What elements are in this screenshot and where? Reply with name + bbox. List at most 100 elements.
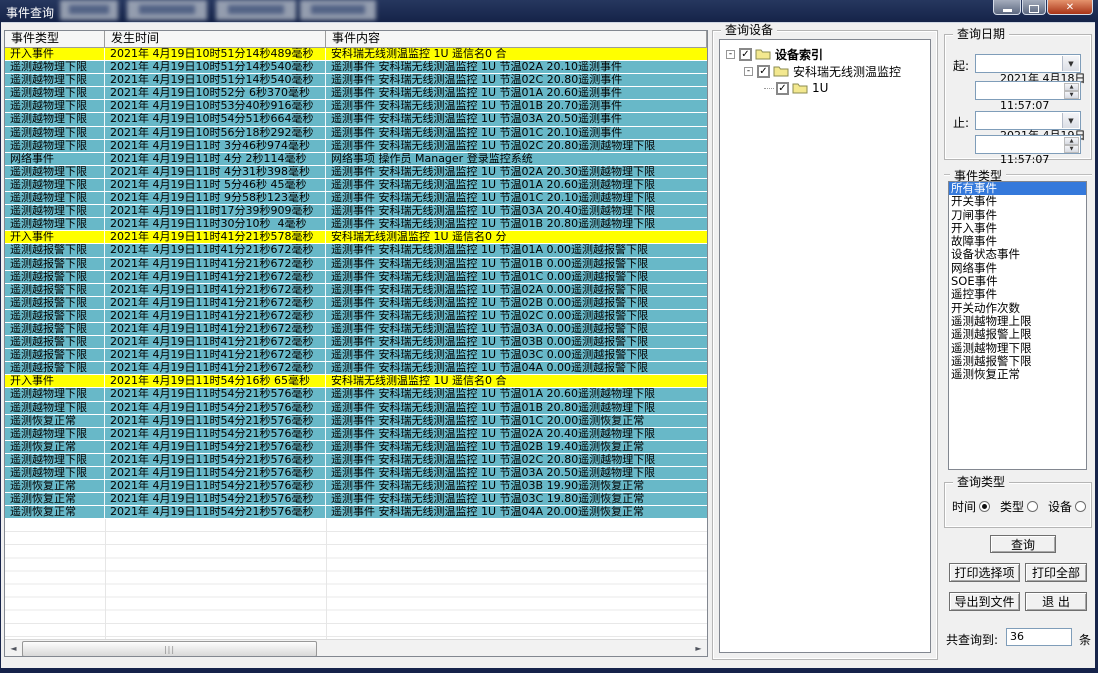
table-row[interactable]: 遥测越报警下限2021年 4月19日11时41分21秒672毫秒遥测事件 安科瑞… — [5, 349, 707, 362]
tree-node-device-index[interactable]: - ✓ 设备索引 — [726, 46, 823, 62]
table-row[interactable]: 遥测越物理下限2021年 4月19日10时52分 6秒370毫秒遥测事件 安科瑞… — [5, 87, 707, 100]
event-type-list: 所有事件开关事件刀闸事件开入事件故障事件设备状态事件网络事件SOE事件遥控事件开… — [948, 181, 1087, 470]
spin-down-icon[interactable]: ▼ — [1064, 145, 1079, 153]
table-row[interactable]: 网络事件2021年 4月19日11时 4分 2秒114毫秒网络事项 操作员 Ma… — [5, 153, 707, 166]
event-type-item[interactable]: 遥测恢复正常 — [949, 368, 1086, 381]
table-row[interactable]: 遥测越报警下限2021年 4月19日11时41分21秒672毫秒遥测事件 安科瑞… — [5, 258, 707, 271]
checkbox-checked-icon[interactable]: ✓ — [757, 65, 770, 78]
radio-device[interactable]: 设备 — [1048, 498, 1086, 515]
spin-up-icon[interactable]: ▲ — [1064, 137, 1079, 145]
exit-button[interactable]: 退 出 — [1025, 592, 1087, 611]
table-row[interactable]: 遥测越报警下限2021年 4月19日11时41分21秒672毫秒遥测事件 安科瑞… — [5, 362, 707, 375]
print-all-button[interactable]: 打印全部 — [1025, 563, 1087, 582]
radio-selected-icon[interactable] — [979, 501, 990, 512]
tree-node-monitor[interactable]: - ✓ 安科瑞无线测温监控 — [744, 63, 901, 79]
print-selected-button[interactable]: 打印选择项 — [949, 563, 1020, 582]
table-row[interactable]: 遥测越物理下限2021年 4月19日10时51分14秒540毫秒遥测事件 安科瑞… — [5, 74, 707, 87]
table-row[interactable]: 遥测恢复正常2021年 4月19日11时54分21秒576毫秒遥测事件 安科瑞无… — [5, 506, 707, 519]
table-row[interactable]: 遥测越物理下限2021年 4月19日11时 9分58秒123毫秒遥测事件 安科瑞… — [5, 192, 707, 205]
table-row[interactable]: 遥测越报警下限2021年 4月19日11时41分21秒672毫秒遥测事件 安科瑞… — [5, 323, 707, 336]
radio-time[interactable]: 时间 — [952, 498, 990, 515]
spin-down-icon[interactable]: ▼ — [1064, 91, 1079, 99]
event-type-item[interactable]: 开入事件 — [949, 222, 1086, 235]
to-time-spinner[interactable]: 11:57:07 ▲▼ — [975, 135, 1081, 154]
close-button[interactable]: ✕ — [1047, 0, 1093, 15]
minimize-button[interactable] — [993, 0, 1021, 15]
event-type-item[interactable]: 开关事件 — [949, 195, 1086, 208]
table-row[interactable]: 遥测恢复正常2021年 4月19日11时54分21秒576毫秒遥测事件 安科瑞无… — [5, 480, 707, 493]
table-row[interactable]: 遥测恢复正常2021年 4月19日11时54分21秒576毫秒遥测事件 安科瑞无… — [5, 415, 707, 428]
table-row[interactable]: 遥测越报警下限2021年 4月19日11时41分21秒672毫秒遥测事件 安科瑞… — [5, 284, 707, 297]
spin-up-icon[interactable]: ▲ — [1064, 83, 1079, 91]
event-type-item[interactable]: 设备状态事件 — [949, 248, 1086, 261]
event-type-item[interactable]: 故障事件 — [949, 235, 1086, 248]
collapse-icon[interactable]: - — [744, 67, 753, 76]
maximize-button[interactable] — [1022, 0, 1046, 15]
table-row[interactable]: 遥测越报警下限2021年 4月19日11时41分21秒672毫秒遥测事件 安科瑞… — [5, 297, 707, 310]
table-row[interactable]: 遥测恢复正常2021年 4月19日11时54分21秒576毫秒遥测事件 安科瑞无… — [5, 493, 707, 506]
table-row[interactable]: 遥测越物理下限2021年 4月19日11时54分21秒576毫秒遥测事件 安科瑞… — [5, 402, 707, 415]
table-row[interactable]: 遥测越报警下限2021年 4月19日11时41分21秒672毫秒遥测事件 安科瑞… — [5, 310, 707, 323]
table-row[interactable]: 遥测越物理下限2021年 4月19日11时 5分46秒 45毫秒遥测事件 安科瑞… — [5, 179, 707, 192]
table-row[interactable]: 遥测越物理下限2021年 4月19日11时54分21秒576毫秒遥测事件 安科瑞… — [5, 428, 707, 441]
horizontal-scrollbar[interactable]: ◄ ||| ► — [5, 639, 707, 656]
column-header[interactable]: 事件类型 — [5, 31, 105, 47]
chevron-down-icon[interactable]: ▼ — [1062, 56, 1079, 71]
table-row[interactable]: 遥测越物理下限2021年 4月19日11时54分21秒576毫秒遥测事件 安科瑞… — [5, 454, 707, 467]
table-row[interactable]: 遥测越物理下限2021年 4月19日10时56分18秒292毫秒遥测事件 安科瑞… — [5, 127, 707, 140]
from-date-combo[interactable]: 2021年 4月18日 ▼ — [975, 54, 1081, 73]
cell-type: 遥测越物理下限 — [5, 100, 105, 112]
table-row[interactable]: 遥测越物理下限2021年 4月19日11时 3分46秒974毫秒遥测事件 安科瑞… — [5, 140, 707, 153]
column-header[interactable]: 发生时间 — [105, 31, 326, 47]
to-date-combo[interactable]: 2021年 4月19日 ▼ — [975, 111, 1081, 130]
collapse-icon[interactable]: - — [726, 50, 735, 59]
cell-type: 网络事件 — [5, 153, 105, 165]
radio-unselected-icon[interactable] — [1027, 501, 1038, 512]
chevron-down-icon[interactable]: ▼ — [1062, 113, 1079, 128]
radio-unselected-icon[interactable] — [1075, 501, 1086, 512]
table-row[interactable]: 开入事件2021年 4月19日11时41分21秒578毫秒安科瑞无线测温监控 1… — [5, 231, 707, 244]
event-type-item[interactable]: 遥测越报警下限 — [949, 355, 1086, 368]
from-label: 起: — [953, 57, 969, 74]
checkbox-checked-icon[interactable]: ✓ — [739, 48, 752, 61]
tree-node-label: 1U — [812, 81, 828, 95]
scroll-right-icon[interactable]: ► — [690, 640, 707, 656]
table-header: 事件类型发生时间事件内容 — [5, 31, 707, 48]
cell-content: 遥测事件 安科瑞无线测温监控 1U 节温01B 20.80遥测越物理下限 — [326, 402, 707, 414]
tree-node-1u[interactable]: ✓ 1U — [764, 80, 828, 96]
table-row[interactable]: 遥测越报警下限2021年 4月19日11时41分21秒672毫秒遥测事件 安科瑞… — [5, 271, 707, 284]
table-row[interactable]: 开入事件2021年 4月19日10时51分14秒489毫秒安科瑞无线测温监控 1… — [5, 48, 707, 61]
scrollbar-thumb[interactable]: ||| — [22, 641, 317, 657]
event-type-item[interactable]: 遥测越物理上限 — [949, 315, 1086, 328]
query-button[interactable]: 查询 — [990, 535, 1056, 553]
table-row[interactable]: 遥测越物理下限2021年 4月19日10时53分40秒916毫秒遥测事件 安科瑞… — [5, 100, 707, 113]
table-row[interactable]: 遥测越物理下限2021年 4月19日11时 4分31秒398毫秒遥测事件 安科瑞… — [5, 166, 707, 179]
event-type-item[interactable]: 开关动作次数 — [949, 302, 1086, 315]
table-row[interactable]: 遥测越物理下限2021年 4月19日10时54分51秒664毫秒遥测事件 安科瑞… — [5, 113, 707, 126]
cell-time: 2021年 4月19日11时17分39秒909毫秒 — [105, 205, 326, 217]
table-row[interactable]: 遥测恢复正常2021年 4月19日11时54分21秒576毫秒遥测事件 安科瑞无… — [5, 441, 707, 454]
event-type-item[interactable]: 遥测越报警上限 — [949, 328, 1086, 341]
checkbox-checked-icon[interactable]: ✓ — [776, 82, 789, 95]
table-row[interactable]: 遥测越报警下限2021年 4月19日11时41分21秒672毫秒遥测事件 安科瑞… — [5, 336, 707, 349]
event-type-item[interactable]: SOE事件 — [949, 275, 1086, 288]
cell-type: 遥测越物理下限 — [5, 388, 105, 400]
column-header[interactable]: 事件内容 — [326, 31, 707, 47]
table-row[interactable]: 遥测越物理下限2021年 4月19日11时17分39秒909毫秒遥测事件 安科瑞… — [5, 205, 707, 218]
export-button[interactable]: 导出到文件 — [949, 592, 1020, 611]
table-row[interactable]: 遥测越物理下限2021年 4月19日10时51分14秒540毫秒遥测事件 安科瑞… — [5, 61, 707, 74]
event-type-item[interactable]: 遥控事件 — [949, 288, 1086, 301]
date-group-label: 查询日期 — [953, 27, 1009, 41]
table-row[interactable]: 遥测越物理下限2021年 4月19日11时30分10秒 4毫秒遥测事件 安科瑞无… — [5, 218, 707, 231]
event-type-item[interactable]: 所有事件 — [949, 182, 1086, 195]
scroll-left-icon[interactable]: ◄ — [5, 640, 22, 656]
table-row[interactable]: 遥测越物理下限2021年 4月19日11时54分21秒576毫秒遥测事件 安科瑞… — [5, 388, 707, 401]
table-row[interactable]: 遥测越报警下限2021年 4月19日11时41分21秒672毫秒遥测事件 安科瑞… — [5, 244, 707, 257]
event-type-item[interactable]: 网络事件 — [949, 262, 1086, 275]
event-type-item[interactable]: 刀闸事件 — [949, 209, 1086, 222]
from-time-spinner[interactable]: 11:57:07 ▲▼ — [975, 81, 1081, 100]
radio-type[interactable]: 类型 — [1000, 498, 1038, 515]
table-row[interactable]: 开入事件2021年 4月19日11时54分16秒 65毫秒安科瑞无线测温监控 1… — [5, 375, 707, 388]
event-type-item[interactable]: 遥测越物理下限 — [949, 342, 1086, 355]
table-row[interactable]: 遥测越物理下限2021年 4月19日11时54分21秒576毫秒遥测事件 安科瑞… — [5, 467, 707, 480]
